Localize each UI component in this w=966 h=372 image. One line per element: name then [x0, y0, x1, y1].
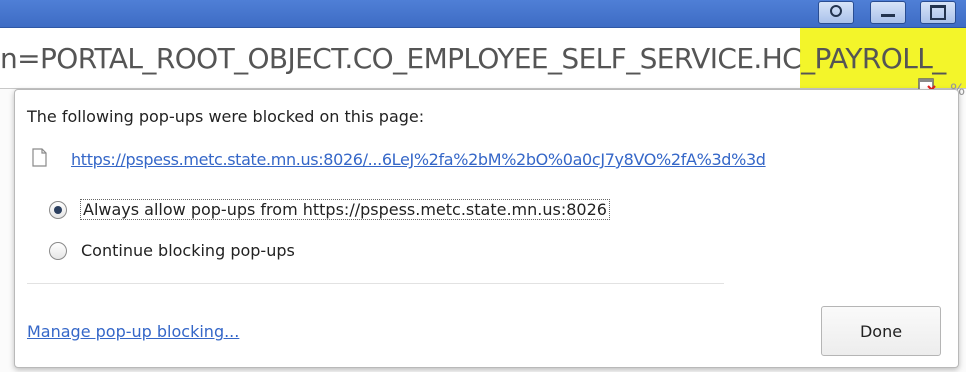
continue-blocking-label[interactable]: Continue blocking pop-ups: [81, 241, 295, 260]
maximize-icon[interactable]: [920, 1, 956, 24]
always-allow-option[interactable]: Always allow pop-ups from https://pspess…: [49, 199, 610, 220]
manage-popup-blocking-link[interactable]: Manage pop-up blocking...: [27, 322, 239, 341]
radio-continue-blocking[interactable]: [49, 241, 67, 260]
address-bar[interactable]: n=PORTAL_ROOT_OBJECT.CO_EMPLOYEE_SELF_SE…: [0, 28, 966, 99]
popup-blocked-bubble: The following pop-ups were blocked on th…: [14, 89, 959, 368]
page-icon: [32, 148, 47, 167]
continue-blocking-option[interactable]: Continue blocking pop-ups: [49, 241, 295, 260]
window-titlebar: [0, 0, 966, 28]
minimize-icon[interactable]: [870, 1, 906, 24]
divider: [27, 283, 724, 284]
always-allow-label[interactable]: Always allow pop-ups from https://pspess…: [80, 199, 610, 220]
user-icon[interactable]: [818, 1, 854, 24]
bubble-heading: The following pop-ups were blocked on th…: [27, 107, 425, 126]
address-bar-text[interactable]: n=PORTAL_ROOT_OBJECT.CO_EMPLOYEE_SELF_SE…: [0, 42, 946, 75]
blocked-popup-link[interactable]: https://pspess.metc.state.mn.us:8026/...…: [71, 150, 766, 169]
radio-always-allow[interactable]: [49, 200, 67, 219]
done-button[interactable]: Done: [821, 306, 941, 356]
